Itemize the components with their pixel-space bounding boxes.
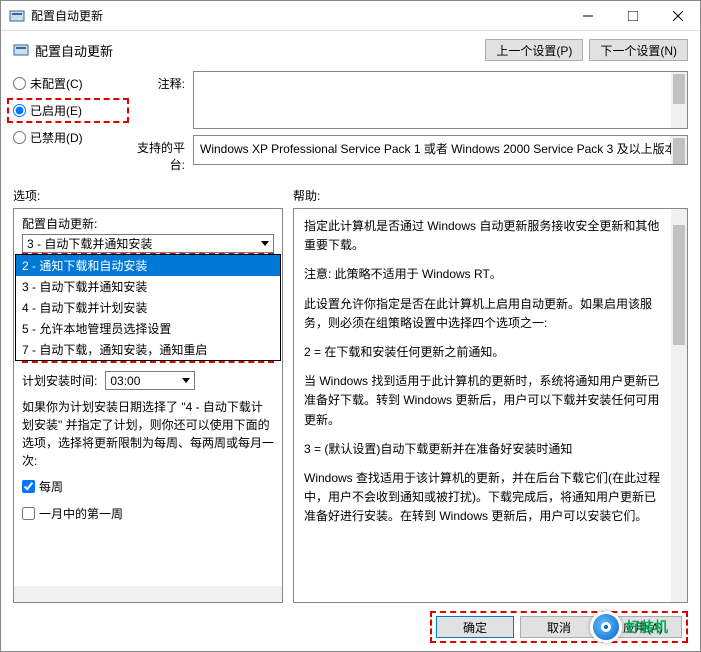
next-setting-button[interactable]: 下一个设置(N) bbox=[589, 39, 688, 61]
weekly-checkbox[interactable]: 每周 bbox=[22, 478, 274, 495]
scrollbar-horizontal[interactable] bbox=[14, 586, 282, 602]
cancel-button[interactable]: 取消 bbox=[520, 616, 598, 638]
combo-label: 配置自动更新: bbox=[22, 215, 274, 232]
help-text: 注意: 此策略不适用于 Windows RT。 bbox=[304, 265, 665, 284]
combo-option[interactable]: 7 - 自动下载，通知安装，通知重启 bbox=[16, 339, 280, 360]
minimize-button[interactable] bbox=[565, 1, 610, 30]
policy-icon bbox=[9, 8, 25, 24]
prev-setting-button[interactable]: 上一个设置(P) bbox=[485, 39, 583, 61]
highlight-dropdown: 2 - 通知下载和自动安装 3 - 自动下载并通知安装 4 - 自动下载并计划安… bbox=[22, 252, 274, 363]
combo-option[interactable]: 5 - 允许本地管理员选择设置 bbox=[16, 318, 280, 339]
update-mode-select[interactable]: 3 - 自动下载并通知安装 bbox=[22, 234, 274, 253]
help-text: Windows 查找适用于该计算机的更新，并在后台下载它们(在此过程中，用户不会… bbox=[304, 469, 665, 527]
help-text: 此设置允许你指定是否在此计算机上启用自动更新。如果启用该服务，则必须在组策略设置… bbox=[304, 295, 665, 333]
comment-label: 注释: bbox=[123, 71, 193, 92]
window-title: 配置自动更新 bbox=[31, 7, 565, 24]
dialog-window: 配置自动更新 配置自动更新 上一个设置(P) 下一个设置(N) 未配置(C) 已… bbox=[0, 0, 701, 652]
schedule-time-label: 计划安装时间: bbox=[22, 372, 97, 389]
platform-label: 支持的平台: bbox=[123, 135, 193, 173]
combo-option[interactable]: 3 - 自动下载并通知安装 bbox=[16, 276, 280, 297]
radio-not-configured[interactable]: 未配置(C) bbox=[13, 75, 123, 92]
watermark: 好装机 bbox=[590, 611, 668, 643]
comment-box[interactable] bbox=[193, 71, 688, 129]
titlebar: 配置自动更新 bbox=[1, 1, 700, 31]
help-text: 指定此计算机是否通过 Windows 自动更新服务接收安全更新和其他重要下载。 bbox=[304, 217, 665, 255]
schedule-time-select[interactable]: 03:00 bbox=[105, 371, 195, 390]
help-text: 当 Windows 找到适用于此计算机的更新时，系统将通知用户更新已准备好下载。… bbox=[304, 372, 665, 430]
watermark-text: 好装机 bbox=[626, 617, 668, 637]
platform-box: Windows XP Professional Service Pack 1 或… bbox=[193, 135, 688, 165]
ok-button[interactable]: 确定 bbox=[436, 616, 514, 638]
radio-enabled[interactable]: 已启用(E) bbox=[13, 102, 123, 119]
scrollbar[interactable] bbox=[671, 72, 687, 128]
help-header: 帮助: bbox=[293, 187, 688, 204]
policy-icon bbox=[13, 42, 29, 58]
combo-option[interactable]: 2 - 通知下载和自动安装 bbox=[16, 255, 280, 276]
watermark-icon bbox=[590, 611, 622, 643]
help-text: 2 = 在下载和安装任何更新之前通知。 bbox=[304, 343, 665, 362]
close-button[interactable] bbox=[655, 1, 700, 30]
scrollbar[interactable] bbox=[671, 136, 687, 164]
update-mode-dropdown: 2 - 通知下载和自动安装 3 - 自动下载并通知安装 4 - 自动下载并计划安… bbox=[15, 254, 281, 361]
options-panel: 配置自动更新: 3 - 自动下载并通知安装 2 - 通知下载和自动安装 3 - … bbox=[13, 208, 283, 603]
help-panel: 指定此计算机是否通过 Windows 自动更新服务接收安全更新和其他重要下载。 … bbox=[293, 208, 688, 603]
scrollbar[interactable] bbox=[671, 209, 687, 602]
maximize-button[interactable] bbox=[610, 1, 655, 30]
options-header: 选项: bbox=[13, 187, 293, 204]
first-week-checkbox[interactable]: 一月中的第一周 bbox=[22, 505, 274, 522]
page-title: 配置自动更新 bbox=[35, 41, 479, 60]
options-description: 如果你为计划安装日期选择了 "4 - 自动下载计划安装" 并指定了计划，则你还可… bbox=[22, 398, 274, 470]
highlight-enabled: 已启用(E) bbox=[7, 98, 129, 123]
help-text: 3 = (默认设置)自动下载更新并在准备好安装时通知 bbox=[304, 440, 665, 459]
radio-disabled[interactable]: 已禁用(D) bbox=[13, 129, 123, 146]
combo-option[interactable]: 4 - 自动下载并计划安装 bbox=[16, 297, 280, 318]
